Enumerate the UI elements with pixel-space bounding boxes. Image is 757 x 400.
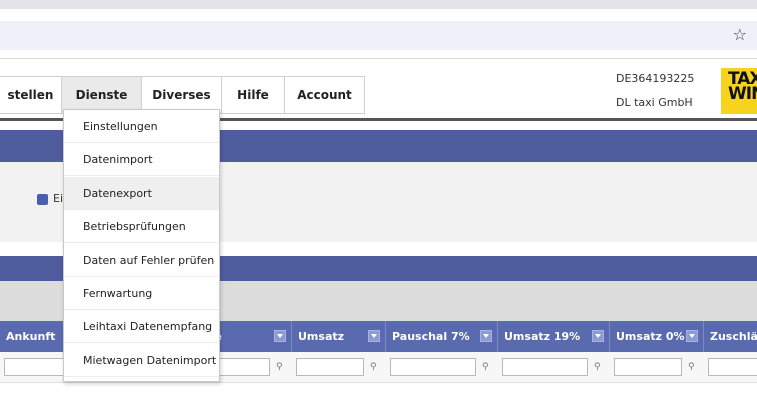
table-row[interactable] (0, 382, 757, 400)
option-checkbox[interactable] (37, 194, 48, 205)
dropdown-item[interactable]: Einstellungen (64, 110, 219, 143)
column-filter-input[interactable] (296, 358, 364, 376)
sort-dropdown-icon[interactable] (480, 330, 492, 342)
column-header[interactable]: Pauschal 7% (386, 321, 498, 352)
menu-tab-stellen[interactable]: stellen (0, 76, 62, 114)
column-header[interactable]: Umsatz 19% (498, 321, 610, 352)
column-filter-input[interactable] (502, 358, 588, 376)
address-bar[interactable] (0, 21, 757, 50)
logo-line-2: WIN (728, 84, 757, 104)
dropdown-item[interactable]: Datenexport (64, 176, 219, 210)
column-header[interactable]: Zuschläge (704, 321, 757, 352)
dienste-dropdown-menu: Einstellungen Datenimport Datenexport Betri… (63, 109, 220, 382)
dropdown-item[interactable]: Daten auf Fehler prüfen (64, 244, 219, 277)
filter-funnel-icon[interactable]: ⚲ (276, 362, 283, 372)
dropdown-item[interactable]: Betriebsprüfungen (64, 210, 219, 244)
filter-funnel-icon[interactable]: ⚲ (370, 362, 377, 372)
filter-funnel-icon[interactable]: ⚲ (688, 362, 695, 372)
column-header-label: Umsatz (298, 330, 345, 343)
column-header-label: Umsatz 19% (504, 330, 581, 343)
column-filter-input[interactable] (390, 358, 476, 376)
option-checkbox-label: Ei (53, 192, 64, 205)
column-header[interactable]: Umsatz (292, 321, 386, 352)
column-filter-input[interactable] (708, 358, 757, 376)
bookmark-star-icon[interactable]: ☆ (733, 26, 747, 44)
sort-dropdown-icon[interactable] (592, 330, 604, 342)
chrome-divider (0, 58, 757, 59)
dropdown-item[interactable]: Datenimport (64, 143, 219, 177)
dropdown-item[interactable]: Leihtaxi Datenempfang (64, 310, 219, 344)
browser-tabstrip (0, 0, 757, 9)
vat-id: DE364193225 (616, 72, 695, 85)
dropdown-item[interactable]: Mietwagen Datenimport (64, 344, 219, 377)
column-header-label: Umsatz 0% (616, 330, 685, 343)
sort-dropdown-icon[interactable] (274, 330, 286, 342)
sort-dropdown-icon[interactable] (368, 330, 380, 342)
filter-funnel-icon[interactable]: ⚲ (482, 362, 489, 372)
column-header-label: Pauschal 7% (392, 330, 470, 343)
column-header-label: Zuschläge (710, 330, 757, 343)
column-filter-input[interactable] (614, 358, 682, 376)
filter-funnel-icon[interactable]: ⚲ (594, 362, 601, 372)
menu-tab-hilfe[interactable]: Hilfe (222, 76, 285, 114)
column-header-label: Ankunft (6, 330, 56, 343)
menu-tab-account[interactable]: Account (285, 76, 365, 114)
sort-dropdown-icon[interactable] (686, 330, 698, 342)
column-header[interactable]: Umsatz 0% (610, 321, 704, 352)
dropdown-item[interactable]: Fernwartung (64, 277, 219, 310)
company-name: DL taxi GmbH (616, 96, 693, 109)
company-info: DE364193225 DL taxi GmbH (616, 67, 694, 115)
taxi-logo: TAX WIN (721, 68, 757, 114)
